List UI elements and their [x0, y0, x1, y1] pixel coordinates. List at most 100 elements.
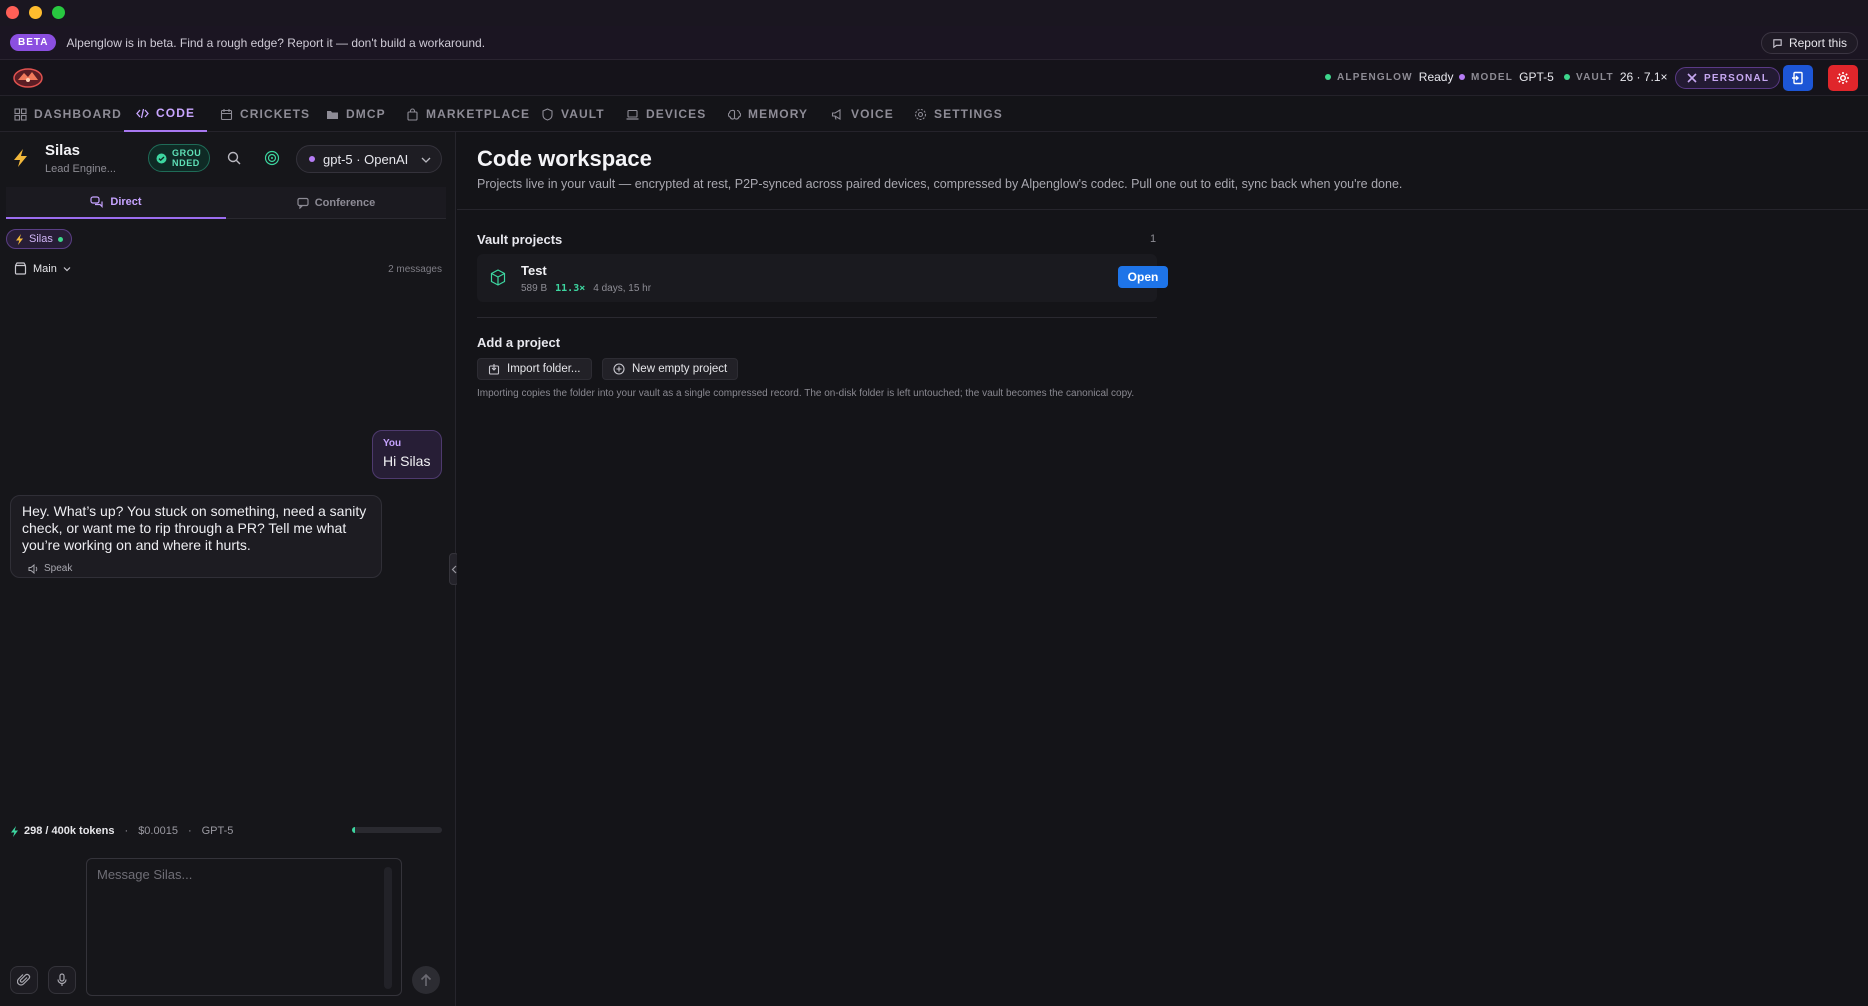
tab-direct[interactable]: Direct — [6, 187, 226, 219]
send-button[interactable] — [412, 966, 440, 994]
close-window-button[interactable] — [6, 6, 19, 19]
grounded-badge: GROU NDED — [148, 144, 210, 172]
open-project-button[interactable]: Open — [1118, 266, 1168, 288]
bag-icon — [407, 107, 418, 121]
chat-bubbles-icon — [90, 196, 104, 208]
user-message-label: You — [383, 438, 402, 449]
maximize-window-button[interactable] — [52, 6, 65, 19]
project-name: Test — [521, 263, 547, 278]
code-icon — [136, 108, 149, 118]
microphone-button[interactable] — [48, 966, 76, 994]
project-compression-ratio: 11.3× — [555, 283, 586, 294]
speaker-icon — [28, 563, 38, 574]
status-dot — [1564, 74, 1570, 80]
model-select-label: gpt-5 · OpenAI — [323, 151, 409, 167]
personal-profile-button[interactable]: PERSONAL — [1675, 67, 1781, 89]
composer-scrollbar[interactable] — [384, 867, 392, 989]
package-icon — [490, 269, 506, 286]
thread-row: Main 2 messages — [14, 262, 442, 278]
status-alpenglow: ALPENGLOW Ready — [1325, 70, 1453, 84]
tab-settings[interactable]: SETTINGS — [914, 96, 1003, 132]
check-circle-icon — [156, 153, 167, 163]
add-project-heading: Add a project — [477, 335, 561, 350]
megaphone-icon — [831, 108, 841, 120]
tab-voice[interactable]: VOICE — [831, 96, 894, 132]
status-dot — [1325, 74, 1331, 80]
folder-icon — [327, 110, 338, 119]
message-composer — [86, 858, 402, 996]
project-meta: 589 B 11.3× 4 days, 15 hr — [521, 283, 651, 294]
chevron-down-icon — [63, 266, 71, 271]
chat-panel: Silas Lead Engine... GROU NDED gpt-5 · O… — [0, 132, 459, 1006]
status-bar: ALPENGLOW Ready MODEL GPT-5 VAULT 26 · 7… — [0, 60, 1868, 96]
tab-dmcp[interactable]: DMCP — [326, 96, 386, 132]
model-select[interactable]: gpt-5 · OpenAI — [296, 145, 442, 173]
minimize-window-button[interactable] — [29, 6, 42, 19]
window-titlebar — [0, 0, 1868, 26]
assistant-message: Hey. What’s up? You stuck on something, … — [10, 495, 382, 578]
tools-icon — [1687, 73, 1697, 83]
model-dot — [309, 156, 315, 162]
lightning-icon — [14, 149, 27, 167]
plus-circle-icon — [613, 363, 625, 375]
token-progress-fill — [352, 827, 355, 833]
message-input[interactable] — [97, 867, 377, 987]
chevron-down-icon — [421, 157, 431, 163]
microphone-icon — [57, 973, 67, 986]
separator: · — [187, 825, 192, 837]
agent-role: Lead Engine... — [45, 163, 116, 175]
agent-name: Silas — [45, 142, 81, 159]
tab-marketplace[interactable]: MARKETPLACE — [406, 96, 530, 132]
status-vault: VAULT 26 · 7.1× — [1564, 70, 1668, 84]
lightning-icon — [11, 825, 18, 837]
tab-conference[interactable]: Conference — [226, 187, 446, 219]
tab-memory[interactable]: MEMORY — [728, 96, 808, 132]
project-size: 589 B — [521, 283, 548, 294]
speak-button[interactable]: Speak — [28, 560, 370, 577]
token-usage: 298 / 400k tokens — [24, 825, 115, 837]
separator: · — [124, 825, 129, 837]
participant-chip[interactable]: Silas — [6, 229, 72, 249]
gear-icon — [914, 108, 927, 120]
online-dot — [57, 236, 63, 242]
grid-icon — [14, 107, 27, 121]
message-count: 2 messages — [388, 264, 442, 275]
divider — [457, 209, 1868, 210]
tab-crickets[interactable]: CRICKETS — [220, 96, 310, 132]
archive-icon — [14, 262, 27, 275]
assistant-message-text: Hey. What’s up? You stuck on something, … — [22, 503, 367, 553]
login-icon — [1792, 71, 1803, 85]
chat-icon — [297, 197, 309, 209]
vault-projects-count: 1 — [1150, 233, 1157, 245]
report-button[interactable]: Report this — [1760, 32, 1858, 54]
import-folder-button[interactable]: Import folder... — [477, 358, 592, 380]
tab-devices[interactable]: DEVICES — [626, 96, 706, 132]
laptop-icon — [626, 109, 639, 120]
tab-vault[interactable]: VAULT — [541, 96, 605, 132]
search-icon[interactable] — [226, 150, 242, 166]
message-icon — [1773, 38, 1782, 48]
paperclip-icon — [17, 973, 31, 986]
gear-icon — [1837, 72, 1849, 84]
sign-in-button[interactable] — [1783, 65, 1813, 91]
radar-icon[interactable] — [264, 150, 280, 166]
attach-button[interactable] — [10, 966, 38, 994]
status-dot — [1459, 74, 1465, 80]
project-card[interactable]: Test 589 B 11.3× 4 days, 15 hr Open — [477, 254, 1168, 302]
usage-model: GPT-5 — [201, 825, 234, 837]
calendar-icon — [220, 108, 233, 120]
new-empty-project-button[interactable]: New empty project — [602, 358, 739, 380]
settings-quick-button[interactable] — [1828, 65, 1858, 91]
project-age: 4 days, 15 hr — [593, 283, 652, 294]
thread-selector[interactable]: Main — [14, 262, 71, 275]
import-hint: Importing copies the folder into your va… — [477, 388, 1135, 399]
tab-dashboard[interactable]: DASHBOARD — [14, 96, 122, 132]
user-message-text: Hi Silas — [383, 453, 431, 469]
code-workspace: Code workspace Projects live in your vau… — [457, 132, 1868, 1006]
cost-value: $0.0015 — [138, 825, 178, 837]
app-logo-icon — [13, 68, 43, 88]
beta-message: Alpenglow is in beta. Find a rough edge?… — [66, 35, 486, 50]
vault-projects-heading: Vault projects — [477, 232, 563, 247]
import-icon — [488, 364, 500, 375]
tab-code[interactable]: CODE — [124, 96, 208, 132]
